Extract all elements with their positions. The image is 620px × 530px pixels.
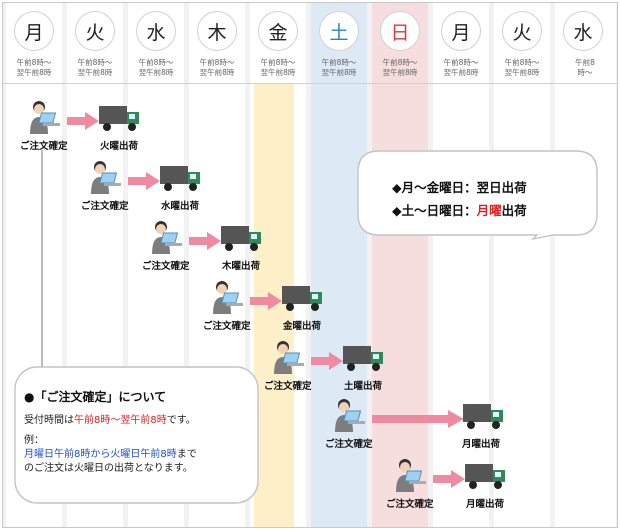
ship-label: 木曜出荷 bbox=[222, 261, 261, 272]
delivery-truck-icon bbox=[463, 404, 503, 429]
day-circle: 木 bbox=[197, 11, 237, 51]
person-at-laptop-icon bbox=[91, 161, 121, 194]
day-hours: 午前8時〜 翌午前8時 bbox=[199, 58, 235, 77]
day-hours: 午前8時〜 翌午前8時 bbox=[504, 58, 540, 77]
pink-arrow-icon bbox=[311, 352, 343, 370]
person-at-laptop-icon bbox=[274, 341, 304, 374]
delivery-truck-icon bbox=[160, 166, 200, 191]
day-hours: 午前8時〜 翌午前8時 bbox=[382, 58, 418, 77]
order-to-ship-step-weekend: ご注文確定 月曜出荷 bbox=[325, 398, 515, 454]
pink-arrow-icon bbox=[433, 470, 465, 488]
day-hours: 午前8時〜 翌午前8時 bbox=[443, 58, 479, 77]
day-hours: 午前8時〜 翌午前8時 bbox=[16, 58, 52, 77]
day-circle: 月 bbox=[14, 11, 54, 51]
order-label: ご注文確定 bbox=[81, 201, 129, 212]
day-circle: 火 bbox=[502, 11, 542, 51]
order-label: ご注文確定 bbox=[203, 321, 251, 332]
person-at-laptop-icon bbox=[213, 281, 243, 314]
delivery-truck-icon bbox=[343, 346, 383, 371]
day-circle: 金 bbox=[258, 11, 298, 51]
shipping-schedule-diagram: 月 火 水 木 金 土 日 月 火 水 午前8時〜 翌午前8時 午前8時〜 翌午前8… bbox=[0, 0, 620, 530]
pink-arrow-icon bbox=[67, 112, 99, 130]
order-to-ship-step: ご注文確定 土曜出荷 bbox=[264, 340, 388, 396]
person-at-laptop-icon bbox=[30, 101, 60, 134]
order-label: ご注文確定 bbox=[142, 261, 190, 272]
delivery-truck-icon bbox=[282, 286, 322, 311]
delivery-truck-icon bbox=[99, 106, 139, 131]
note-example-label: 例： bbox=[24, 435, 44, 446]
day-circle: 水 bbox=[563, 11, 603, 51]
note-example-line2: のご注文は火曜日の出荷となります。 bbox=[24, 463, 193, 474]
connector-line bbox=[41, 150, 43, 374]
note-title: ●「ご注文確定」について bbox=[24, 390, 167, 404]
pink-arrow-icon bbox=[250, 292, 282, 310]
day-circle: 水 bbox=[136, 11, 176, 51]
column-wed-2 bbox=[555, 3, 616, 527]
pink-arrow-icon bbox=[128, 172, 160, 190]
summary-weekday-line: ◆月〜金曜日：翌日出荷 bbox=[392, 180, 527, 195]
shipping-summary: ◆月〜金曜日：翌日出荷 ◆土〜日曜日：月曜出荷 bbox=[392, 176, 527, 222]
person-at-laptop-icon bbox=[335, 399, 365, 432]
ship-label: 火曜出荷 bbox=[100, 141, 139, 152]
ship-label: 月曜出荷 bbox=[462, 439, 501, 450]
order-label: ご注文確定 bbox=[325, 439, 373, 450]
day-hours: 午前8時〜 翌午前8時 bbox=[260, 58, 296, 77]
ship-label: 金曜出荷 bbox=[283, 321, 322, 332]
person-at-laptop-icon bbox=[152, 221, 182, 254]
person-at-laptop-icon bbox=[396, 459, 426, 492]
order-to-ship-step: ご注文確定 火曜出荷 bbox=[20, 100, 144, 156]
day-circle-sunday: 日 bbox=[380, 11, 420, 51]
day-hours: 午前8時〜 翌午前8時 bbox=[77, 58, 113, 77]
note-example-line1: 月曜日午前8時から火曜日午前8時まで bbox=[24, 449, 197, 460]
order-label: ご注文確定 bbox=[20, 141, 68, 152]
summary-weekend-line: ◆土〜日曜日：月曜出荷 bbox=[392, 203, 527, 218]
delivery-truck-icon bbox=[465, 464, 505, 489]
order-to-ship-step: ご注文確定 水曜出荷 bbox=[81, 160, 205, 216]
order-label: ご注文確定 bbox=[386, 499, 434, 510]
header-divider bbox=[3, 83, 617, 84]
delivery-truck-icon bbox=[221, 226, 261, 251]
pink-arrow-icon bbox=[189, 232, 221, 250]
order-to-ship-step-weekend: ご注文確定 月曜出荷 bbox=[386, 458, 510, 514]
day-hours: 午前8時〜 翌午前8時 bbox=[138, 58, 174, 77]
day-circle-saturday: 土 bbox=[319, 11, 359, 51]
day-circle: 火 bbox=[75, 11, 115, 51]
order-to-ship-step: ご注文確定 木曜出荷 bbox=[142, 220, 266, 276]
day-circle: 月 bbox=[441, 11, 481, 51]
pink-long-arrow-icon bbox=[372, 410, 464, 428]
order-note-content: ●「ご注文確定」について 受付時間は午前8時〜翌午前8時です。 例： 月曜日午前… bbox=[24, 390, 254, 476]
ship-label: 月曜出荷 bbox=[466, 499, 505, 510]
note-reception: 受付時間は午前8時〜翌午前8時です。 bbox=[24, 415, 196, 426]
order-to-ship-step: ご注文確定 金曜出荷 bbox=[203, 280, 327, 336]
order-label: ご注文確定 bbox=[264, 381, 312, 392]
day-hours: 午前8 時〜 bbox=[575, 58, 595, 77]
ship-label: 土曜出荷 bbox=[344, 381, 383, 392]
ship-label: 水曜出荷 bbox=[161, 201, 200, 212]
day-hours: 午前8時〜 翌午前8時 bbox=[321, 58, 357, 77]
